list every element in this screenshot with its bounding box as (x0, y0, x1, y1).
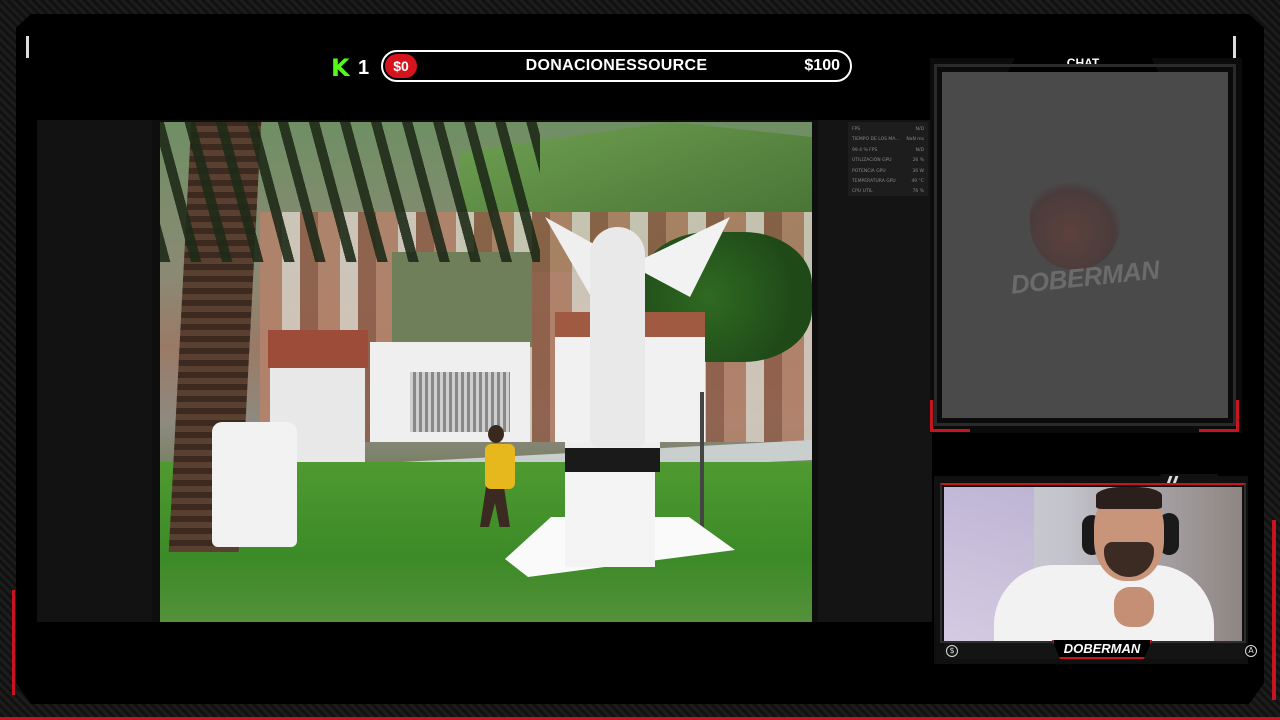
scene-pole (700, 392, 704, 532)
perf-row: CPU UTIL 76 % (852, 187, 924, 197)
dollar-icon: $ (946, 645, 958, 657)
perf-row: TEMPERATURA GPU 49 °C (852, 177, 924, 187)
perf-row: TIEMPO DE LOS MA... NaN ms (852, 135, 924, 145)
donation-goal-bar: $0 DONACIONESSOURCE $100 (381, 50, 852, 82)
scene-palm-base (212, 422, 297, 547)
webcam-feed[interactable] (944, 487, 1242, 641)
perf-label: CPU UTIL (852, 189, 873, 195)
scene-left-roof (268, 330, 368, 368)
perf-row: 99.4 % FPS N/D (852, 146, 924, 156)
streamer-name: DOBERMAN (1063, 641, 1141, 656)
scene-angel-statue (590, 227, 645, 447)
accent-line-left (12, 590, 15, 695)
cam-person-body (994, 565, 1214, 641)
chat-accent-left (930, 400, 933, 432)
perf-value: NaN ms (906, 137, 924, 143)
perf-label: 99.4 % FPS (852, 147, 878, 153)
perf-row: POTENCIA GPU 36 W (852, 167, 924, 177)
cam-person-hand (1114, 587, 1154, 627)
video-letterbox-left (37, 120, 152, 622)
chat-accent-right (1236, 400, 1239, 432)
triangle-icon: A (1245, 645, 1257, 657)
corner-tick-left (26, 36, 29, 58)
scene-gate (410, 372, 510, 432)
doberman-logo-icon (1030, 180, 1120, 270)
chat-accent-bottom-right (1199, 429, 1239, 432)
perf-label: UTILIZACIÓN GPU (852, 158, 892, 164)
perf-value: 76 % (912, 189, 924, 195)
perf-label: TIEMPO DE LOS MA... (852, 137, 900, 143)
video-frame[interactable] (160, 122, 812, 622)
donation-goal-amount: $100 (804, 57, 840, 74)
accent-line-right (1272, 520, 1276, 700)
scene-player-head (488, 425, 504, 443)
corner-tick-right (1233, 36, 1236, 58)
perf-label: TEMPERATURA GPU (852, 179, 896, 185)
cam-person-hair (1096, 487, 1162, 509)
perf-value: 26 % (912, 158, 924, 164)
perf-label: POTENCIA GPU (852, 168, 886, 174)
perf-label: FPS (852, 127, 861, 132)
perf-row: FPS N/D (852, 125, 924, 135)
scene-player-shirt (485, 444, 515, 489)
chat-accent-bottom-left (930, 429, 970, 432)
donation-goal-title: DONACIONESSOURCE (525, 57, 708, 74)
perf-row: UTILIZACIÓN GPU 26 % (852, 156, 924, 166)
perf-value: 49 °C (911, 179, 924, 185)
scene-green-building (392, 252, 532, 347)
kick-follower-count: 1 (358, 57, 370, 79)
scene-palm-fronds (160, 122, 540, 262)
perf-value: N/D (915, 147, 924, 153)
perf-value: 36 W (912, 168, 924, 174)
performance-overlay: FPS N/D TIEMPO DE LOS MA... NaN ms 99.4 % … (848, 122, 928, 196)
perf-value: N/D (915, 127, 924, 132)
kick-logo-icon: K (331, 54, 350, 82)
